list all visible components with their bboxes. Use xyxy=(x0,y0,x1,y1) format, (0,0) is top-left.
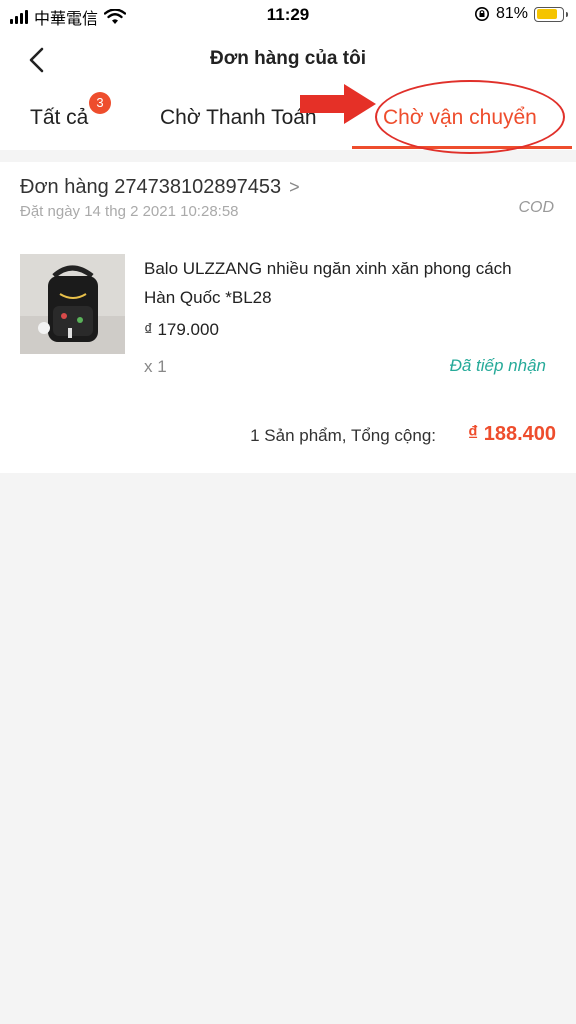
screen: 中華電信 11:29 81% Đơn hàng của tôi Tất cả 3… xyxy=(0,0,576,1024)
order-id-text: Đơn hàng 274738102897453 xyxy=(20,176,282,198)
status-right: 81% xyxy=(474,5,568,23)
page-title: Đơn hàng của tôi xyxy=(209,48,366,69)
annotation-ellipse xyxy=(375,80,565,154)
backpack-image xyxy=(20,254,125,354)
tab-all-badge: 3 xyxy=(89,92,111,114)
order-status: Đã tiếp nhận xyxy=(449,356,546,375)
product-image[interactable] xyxy=(20,254,125,354)
order-summary-label: 1 Sản phẩm, Tổng cộng: xyxy=(250,426,436,445)
tab-all[interactable]: Tất cả xyxy=(30,106,88,130)
battery-percent: 81% xyxy=(495,5,528,22)
tab-awaiting-payment[interactable]: Chờ Thanh Toán xyxy=(160,106,317,130)
status-bar: 中華電信 11:29 81% xyxy=(0,0,576,32)
orientation-lock-icon xyxy=(474,7,489,21)
payment-method: COD xyxy=(518,199,554,216)
annotation-arrow-icon xyxy=(300,84,376,124)
nav-bar: Đơn hàng của tôi xyxy=(0,32,576,88)
order-total: ₫ 188.400 xyxy=(467,423,556,445)
battery-icon xyxy=(534,6,568,22)
battery-fill xyxy=(536,9,557,19)
order-card[interactable]: Đơn hàng 274738102897453 > Đặt ngày 14 th… xyxy=(0,162,576,473)
order-chevron-icon: > xyxy=(289,177,300,197)
product-quantity: x 1 xyxy=(144,357,167,376)
order-date: Đặt ngày 14 thg 2 2021 10:28:58 xyxy=(20,203,239,220)
order-id-link[interactable]: Đơn hàng 274738102897453 > xyxy=(20,176,300,199)
product-price: ₫ 179.000 xyxy=(144,320,219,339)
product-name[interactable]: Balo ULZZANG nhiều ngăn xinh xăn phong c… xyxy=(144,254,534,312)
